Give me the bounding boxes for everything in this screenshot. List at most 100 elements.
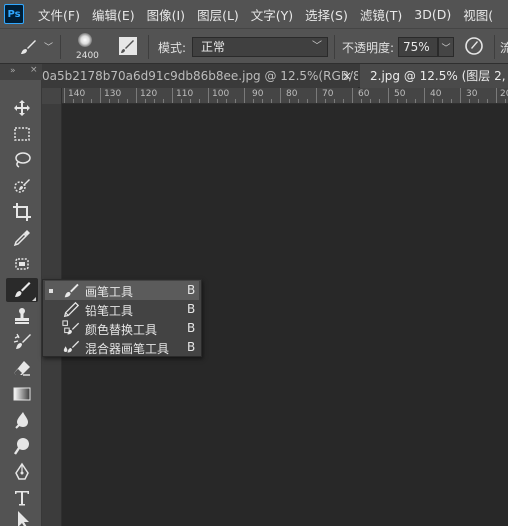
ruler-tick [100, 88, 101, 103]
divider [60, 35, 61, 59]
close-icon[interactable]: × [30, 65, 38, 75]
flow-label: 流 [500, 41, 508, 55]
flyout-item-label: 铅笔工具 [85, 304, 134, 318]
ruler-tick [316, 88, 317, 103]
path-select-icon [18, 511, 29, 526]
brush-size-picker[interactable]: 2400 [66, 31, 106, 63]
lasso-tool[interactable] [6, 148, 38, 172]
ruler-tick [136, 88, 137, 103]
menu-type[interactable]: 文字(Y) [251, 5, 293, 24]
dodge-tool[interactable] [6, 434, 38, 458]
menu-bar: Ps 文件(F) 编辑(E) 图像(I) 图层(L) 文字(Y) 选择(S) 滤… [0, 0, 508, 28]
flyout-item-mixer-brush[interactable]: 混合器画笔工具 B [45, 338, 199, 357]
tab-document-1[interactable]: 0a5b2178b70a6d91c9db86b8ee.jpg @ 12.5%(R… [42, 64, 358, 88]
eyedropper-icon [13, 230, 30, 247]
brush-size: 2400 [76, 51, 99, 61]
chevron-down-icon: ﹀ [441, 43, 451, 54]
menu-view[interactable]: 视图( [463, 5, 493, 24]
eraser-icon [14, 361, 30, 376]
mode-label: 模式: [158, 41, 187, 55]
flyout-item-label: 混合器画笔工具 [85, 342, 170, 356]
type-tool[interactable] [6, 486, 38, 510]
menu-layer[interactable]: 图层(L) [197, 5, 239, 24]
menu-edit[interactable]: 编辑(E) [92, 5, 135, 24]
gradient-tool[interactable] [6, 382, 38, 406]
brush-icon [21, 40, 36, 54]
stamp-icon [15, 308, 29, 324]
ruler-tick [244, 88, 245, 103]
opacity-slider-toggle[interactable]: ﹀ [438, 37, 454, 57]
pen-tool[interactable] [6, 460, 38, 484]
flyout-item-brush[interactable]: 画笔工具 B [45, 281, 199, 300]
ruler-tick [208, 88, 209, 103]
ruler-label: 60 [358, 89, 370, 99]
tool-preset-picker[interactable]: ﹀ [14, 35, 58, 59]
dodge-icon [14, 438, 29, 455]
tools-panel: » × [0, 64, 42, 526]
menu-image[interactable]: 图像(I) [147, 5, 185, 24]
ruler-tick [352, 88, 353, 103]
tab-document-2[interactable]: 2.jpg @ 12.5% (图层 2, RG [360, 64, 508, 88]
ruler-label: 90 [252, 89, 264, 99]
horizontal-ruler: 140 130 120 110 100 90 80 70 60 50 40 30… [42, 88, 508, 104]
pencil-icon [63, 301, 80, 317]
brush-panel-toggle[interactable] [118, 36, 140, 58]
menu-filter[interactable]: 滤镜(T) [360, 5, 402, 24]
crop-tool[interactable] [6, 200, 38, 224]
mixer-brush-icon [63, 340, 80, 352]
divider [148, 35, 149, 59]
pressure-pen-icon [465, 37, 483, 55]
options-bar: ﹀ 2400 模式: 正常 ﹀ 不透明度: 75% ﹀ 流 [0, 28, 508, 64]
ruler-label: 30 [466, 89, 478, 99]
lasso-icon [15, 152, 31, 168]
type-icon [15, 491, 29, 506]
frame-patch-icon [15, 258, 29, 270]
blend-mode-select[interactable]: 正常 ﹀ [192, 37, 328, 57]
opacity-label: 不透明度: [342, 41, 395, 55]
ruler-origin[interactable] [42, 88, 62, 104]
ruler-label: 140 [68, 89, 86, 99]
menu-3d[interactable]: 3D(D) [414, 7, 451, 22]
history-brush-tool[interactable] [6, 330, 38, 354]
color-replace-icon [62, 319, 80, 334]
flyout-item-shortcut: B [187, 321, 196, 335]
path-select-tool[interactable] [6, 510, 38, 526]
marquee-tool[interactable] [6, 122, 38, 146]
flyout-item-label: 颜色替换工具 [85, 323, 158, 337]
flyout-item-shortcut: B [187, 340, 196, 354]
divider [334, 35, 335, 59]
pen-icon [15, 462, 29, 480]
pressure-opacity-button[interactable] [464, 36, 486, 58]
selected-bullet-icon [49, 289, 53, 293]
stamp-tool[interactable] [6, 304, 38, 328]
flyout-item-pencil[interactable]: 铅笔工具 B [45, 300, 199, 319]
brush-icon [15, 282, 31, 297]
ruler-tick [424, 88, 425, 103]
tab-label: 0a5b2178b70a6d91c9db86b8ee.jpg @ 12.5%(R… [42, 69, 358, 83]
menu-file[interactable]: 文件(F) [38, 5, 80, 24]
blend-mode-value: 正常 [201, 40, 226, 54]
quick-select-tool[interactable] [6, 174, 38, 198]
eyedropper-tool[interactable] [6, 226, 38, 250]
flyout-item-label: 画笔工具 [85, 285, 134, 299]
close-icon[interactable]: × [342, 64, 352, 88]
ruler-tick [280, 88, 281, 103]
crop-icon [13, 203, 31, 221]
opacity-input[interactable]: 75% [398, 37, 438, 57]
ruler-tick [172, 88, 173, 103]
move-tool[interactable] [6, 96, 38, 120]
ruler-label: 80 [286, 89, 298, 99]
flyout-item-color-replace[interactable]: 颜色替换工具 B [45, 319, 199, 338]
chevron-down-icon: ﹀ [44, 43, 54, 53]
collapse-icon[interactable]: » [10, 66, 16, 76]
ruler-tick [496, 88, 497, 103]
eraser-tool[interactable] [6, 356, 38, 380]
blur-tool[interactable] [6, 408, 38, 432]
menu-select[interactable]: 选择(S) [305, 5, 348, 24]
quick-select-icon [14, 179, 30, 193]
gradient-icon [13, 387, 31, 401]
brush-tool[interactable] [6, 278, 38, 302]
ruler-label: 110 [176, 89, 194, 99]
frame-tool[interactable] [6, 252, 38, 276]
rect-marquee-icon [14, 127, 30, 141]
